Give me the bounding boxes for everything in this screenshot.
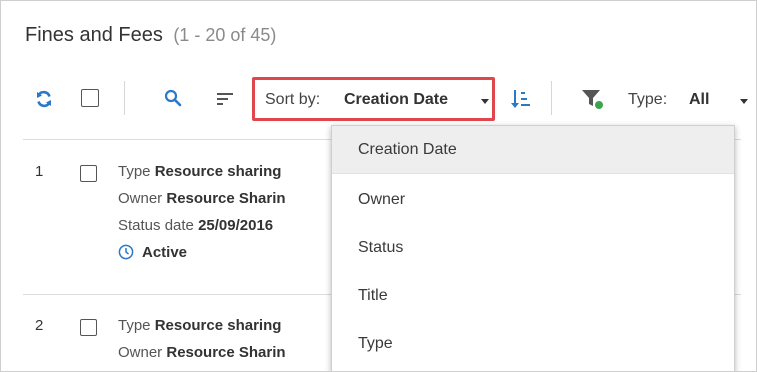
owner-value: Resource Sharin bbox=[166, 190, 286, 207]
select-all-checkbox[interactable] bbox=[81, 89, 99, 107]
search-icon[interactable] bbox=[164, 89, 182, 107]
type-value[interactable]: Resource sharing bbox=[155, 317, 282, 334]
status-date-value: 25/09/2016 bbox=[198, 217, 274, 234]
page-title: Fines and Fees bbox=[25, 24, 163, 46]
chevron-down-icon[interactable] bbox=[740, 99, 748, 104]
sort-direction-icon[interactable] bbox=[511, 88, 531, 110]
results-count: (1 - 20 of 45) bbox=[173, 25, 277, 45]
toolbar-divider bbox=[551, 81, 552, 115]
type-label: Type bbox=[118, 317, 151, 334]
chevron-down-icon[interactable] bbox=[481, 99, 489, 104]
toolbar: Sort by: Creation Date Type: All bbox=[1, 77, 756, 121]
type-filter-label: Type: bbox=[628, 91, 668, 108]
toolbar-divider bbox=[124, 81, 125, 115]
owner-value: Resource Sharin bbox=[166, 344, 286, 361]
sort-option-status[interactable]: Status bbox=[332, 224, 734, 272]
refresh-icon[interactable] bbox=[35, 90, 53, 108]
type-label: Type bbox=[118, 163, 151, 180]
owner-label: Owner bbox=[118, 190, 163, 207]
sort-option-type[interactable]: Type bbox=[332, 320, 734, 368]
page-header: Fines and Fees (1 - 20 of 45) bbox=[25, 24, 276, 47]
row-number: 1 bbox=[35, 163, 44, 180]
type-value[interactable]: Resource sharing bbox=[155, 163, 282, 180]
sort-option-creation-date[interactable]: Creation Date bbox=[332, 126, 734, 174]
status-value: Active bbox=[142, 244, 188, 261]
sort-by-value[interactable]: Creation Date bbox=[344, 91, 448, 109]
row-status: Active bbox=[118, 244, 187, 261]
status-date-label: Status date bbox=[118, 217, 194, 234]
row-type: Type Resource sharing bbox=[118, 163, 281, 180]
sort-lines-icon[interactable] bbox=[215, 89, 235, 109]
row-checkbox[interactable] bbox=[80, 165, 97, 182]
row-checkbox[interactable] bbox=[80, 319, 97, 336]
sort-by-menu: Creation Date Owner Status Title Type bbox=[331, 125, 735, 371]
row-owner: Owner Resource Sharin bbox=[118, 344, 286, 361]
type-filter-value[interactable]: All bbox=[689, 91, 709, 109]
filter-icon[interactable] bbox=[581, 88, 605, 110]
row-owner: Owner Resource Sharin bbox=[118, 190, 286, 207]
row-type: Type Resource sharing bbox=[118, 317, 281, 334]
sort-by-label: Sort by: bbox=[265, 91, 321, 108]
sort-by-dropdown[interactable]: Sort by: Creation Date bbox=[252, 77, 495, 121]
fines-and-fees-panel: Fines and Fees (1 - 20 of 45) Sort by: C… bbox=[0, 0, 757, 372]
row-status-date: Status date 25/09/2016 bbox=[118, 217, 273, 234]
sort-option-title[interactable]: Title bbox=[332, 272, 734, 320]
clock-icon bbox=[118, 244, 134, 260]
row-number: 2 bbox=[35, 317, 44, 334]
owner-label: Owner bbox=[118, 344, 163, 361]
sort-option-owner[interactable]: Owner bbox=[332, 176, 734, 224]
